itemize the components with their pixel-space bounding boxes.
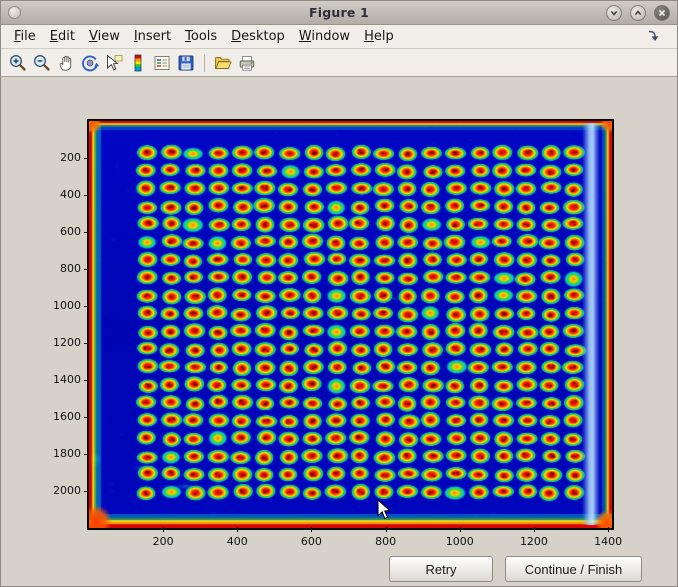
x-tick-label: 1200 [497,535,571,548]
rotate-3d-icon [80,53,100,73]
y-tick-label: 1800 [35,435,81,472]
figure-image-canvas[interactable] [89,121,612,528]
x-tick-label: 1000 [423,535,497,548]
figure-window: Figure 1 FileEditViewInsertToolsDesktopW… [0,0,678,587]
axes [87,119,614,530]
menu-item[interactable]: Window [292,26,357,47]
chevron-down-icon [609,8,619,18]
x-tick-label: 1400 [571,535,645,548]
toolbar [1,49,677,77]
y-tick-label: 1400 [35,361,81,398]
legend-button[interactable] [150,51,174,75]
chevron-up-icon [633,8,643,18]
print-button[interactable] [235,51,259,75]
menubar: FileEditViewInsertToolsDesktopWindowHelp [1,25,677,49]
y-tick-label: 200 [35,139,81,176]
window-title: Figure 1 [1,5,677,20]
figure-area: 200400600800100012001400160018002000 200… [1,77,677,586]
zoom-out-icon [32,53,52,73]
x-tick-label: 600 [274,535,348,548]
x-axis-tick-labels: 200400600800100012001400 [126,535,645,548]
menu-item[interactable]: Help [357,26,401,47]
menu-item[interactable]: Insert [127,26,178,47]
colorbar-icon [128,53,148,73]
x-tick-label: 200 [126,535,200,548]
zoom-in-icon [8,53,28,73]
y-tick-label: 1200 [35,324,81,361]
dock-figure-button[interactable] [647,29,661,43]
open-folder-icon [213,53,233,73]
y-tick-label: 400 [35,176,81,213]
maximize-button[interactable] [630,5,646,21]
y-tick-label: 1000 [35,287,81,324]
colorbar-button[interactable] [126,51,150,75]
retry-button[interactable]: Retry [389,556,493,582]
pan-hand-icon [56,53,76,73]
data-cursor-button[interactable] [102,51,126,75]
y-tick-label: 800 [35,250,81,287]
save-button[interactable] [174,51,198,75]
close-icon [657,8,667,18]
toolbar-separator [204,54,205,72]
y-axis-tick-labels: 200400600800100012001400160018002000 [35,139,81,509]
menu-item[interactable]: View [82,26,127,47]
dock-arrow-icon [647,29,661,43]
y-tick-label: 1600 [35,398,81,435]
menu-item[interactable]: Desktop [224,26,292,47]
y-tick-label: 600 [35,213,81,250]
print-icon [237,53,257,73]
legend-icon [152,53,172,73]
titlebar: Figure 1 [1,1,677,25]
zoom-out-button[interactable] [30,51,54,75]
x-tick-label: 400 [200,535,274,548]
zoom-in-button[interactable] [6,51,30,75]
menu-item[interactable]: File [7,26,43,47]
y-tick-label: 2000 [35,472,81,509]
x-tick-label: 800 [349,535,423,548]
menu-item[interactable]: Tools [178,26,224,47]
open-folder-button[interactable] [211,51,235,75]
menu-item[interactable]: Edit [43,26,82,47]
save-icon [176,53,196,73]
pan-button[interactable] [54,51,78,75]
rotate-3d-button[interactable] [78,51,102,75]
shade-button[interactable] [606,5,622,21]
close-button[interactable] [654,5,670,21]
continue-finish-button[interactable]: Continue / Finish [505,556,642,582]
data-cursor-icon [104,53,124,73]
